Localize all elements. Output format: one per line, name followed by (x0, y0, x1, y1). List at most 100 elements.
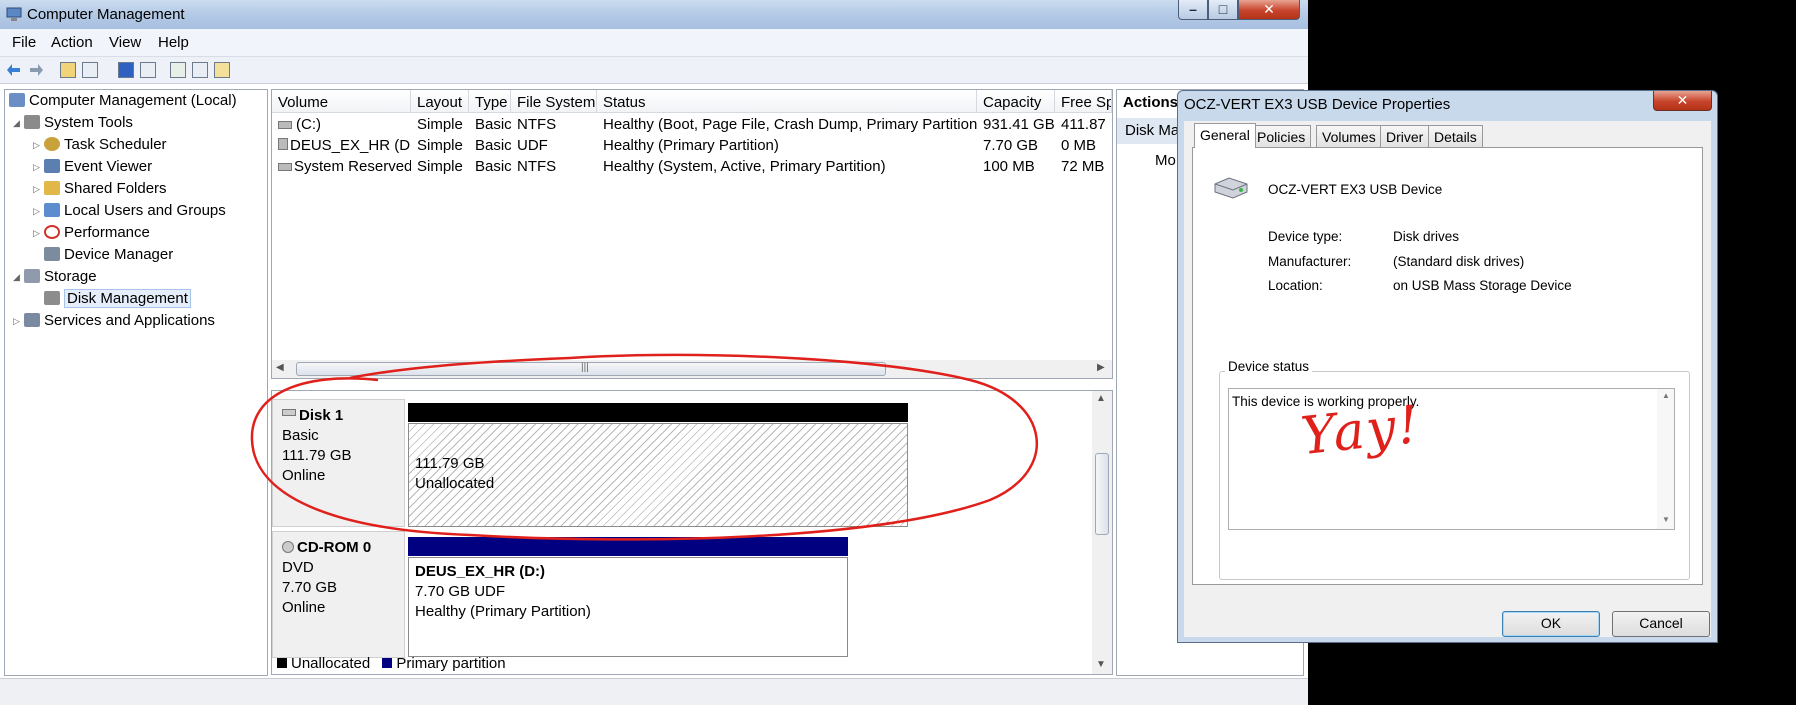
expand-arrow-icon[interactable]: ▷ (33, 184, 44, 195)
horizontal-scrollbar[interactable]: ◀ ||| ▶ (272, 360, 1112, 378)
drive-icon (278, 163, 292, 171)
expand-arrow-icon[interactable]: ▷ (33, 228, 44, 239)
scroll-right-arrow-icon[interactable]: ▶ (1097, 362, 1105, 373)
expand-arrow-icon[interactable]: ▷ (33, 162, 44, 173)
cdrom-0-label[interactable]: CD-ROM 0 DVD 7.70 GB Online (272, 531, 405, 658)
collapse-arrow-icon[interactable]: ◢ (13, 118, 24, 129)
device-status-textbox[interactable]: This device is working properly. ▲ ▼ Yay… (1228, 388, 1675, 530)
collapse-arrow-icon[interactable]: ◢ (13, 272, 24, 283)
legend-primary: Primary partition (396, 655, 506, 672)
minimize-icon: – (1189, 1, 1197, 17)
unallocated-partition[interactable]: 111.79 GB Unallocated (408, 423, 908, 527)
tree-item-event-viewer[interactable]: ▷ Event Viewer (33, 158, 152, 178)
back-arrow-icon[interactable] (6, 62, 22, 78)
tab-volumes[interactable]: Volumes (1316, 125, 1382, 147)
tab-driver[interactable]: Driver (1380, 125, 1430, 147)
column-header-type[interactable]: Type (469, 90, 511, 113)
help-icon[interactable] (118, 62, 134, 78)
clock-icon (44, 137, 60, 151)
tab-general[interactable]: General (1194, 123, 1256, 148)
ok-button[interactable]: OK (1502, 611, 1600, 637)
show-hide-tree-icon[interactable] (82, 62, 98, 78)
tab-policies[interactable]: Policies (1251, 125, 1312, 147)
column-header-capacity[interactable]: Capacity (977, 90, 1055, 113)
minimize-button[interactable]: – (1178, 0, 1208, 20)
menu-view[interactable]: View (109, 34, 141, 51)
expand-arrow-icon[interactable]: ▷ (33, 206, 44, 217)
scroll-left-arrow-icon[interactable]: ◀ (276, 362, 284, 373)
volume-status: Healthy (Primary Partition) (415, 603, 591, 620)
scrollbar-thumb[interactable] (1095, 453, 1109, 535)
partition-size: 111.79 GB (415, 455, 485, 472)
tree-item-disk-management[interactable]: Disk Management (44, 289, 191, 310)
folder-icon (44, 181, 60, 195)
tree-item-local-users-and-groups[interactable]: ▷ Local Users and Groups (33, 202, 226, 222)
menu-file[interactable]: File (12, 34, 36, 51)
status-cell: Healthy (Boot, Page File, Crash Dump, Pr… (603, 116, 977, 133)
tree-item-services-and-applications[interactable]: ▷ Services and Applications (13, 312, 215, 332)
file-system-cell: NTFS (517, 116, 557, 133)
tree-item-computer-management[interactable]: Computer Management (Local) (9, 92, 237, 112)
tools-icon (24, 115, 40, 129)
computer-management-window: Computer Management – □ ✕ File Action Vi… (0, 0, 1308, 705)
menu-bar: File Action View Help (0, 29, 1308, 57)
tree-item-device-manager[interactable]: Device Manager (44, 246, 173, 266)
dvd-drive-icon (278, 138, 288, 150)
dialog-title: OCZ-VERT EX3 USB Device Properties (1184, 96, 1451, 113)
scroll-up-arrow-icon[interactable]: ▲ (1662, 391, 1670, 400)
menu-help[interactable]: Help (158, 34, 189, 51)
scrollbar-thumb[interactable]: ||| (296, 362, 886, 376)
device-type-label: Device type: (1268, 229, 1343, 244)
primary-partition[interactable]: DEUS_EX_HR (D:) 7.70 GB UDF Healthy (Pri… (408, 557, 848, 657)
services-icon (24, 313, 40, 327)
disk-icon (44, 291, 60, 305)
legend-unallocated: Unallocated (291, 655, 371, 672)
refresh-icon[interactable] (170, 62, 186, 78)
close-button[interactable]: ✕ (1238, 0, 1300, 20)
export-list-icon[interactable] (192, 62, 208, 78)
properties-icon[interactable] (140, 62, 156, 78)
status-bar (0, 678, 1308, 705)
device-manager-icon (44, 247, 60, 261)
status-cell: Healthy (Primary Partition) (603, 137, 779, 154)
column-header-volume[interactable]: Volume (272, 90, 411, 113)
tree-item-performance[interactable]: ▷ Performance (33, 224, 150, 244)
tab-details[interactable]: Details (1428, 125, 1483, 147)
menu-action[interactable]: Action (51, 34, 93, 51)
maximize-icon: □ (1218, 1, 1228, 17)
vertical-scrollbar[interactable]: ▲ ▼ (1092, 391, 1112, 674)
type-cell: Basic (475, 137, 511, 154)
disk-size: 7.70 GB (282, 579, 338, 596)
capacity-cell: 931.41 GB (983, 116, 1055, 133)
up-folder-icon[interactable] (60, 62, 76, 78)
tree-item-task-scheduler[interactable]: ▷ Task Scheduler (33, 136, 167, 156)
expand-arrow-icon[interactable]: ▷ (13, 316, 24, 327)
column-header-layout[interactable]: Layout (411, 90, 469, 113)
status-cell: Healthy (System, Active, Primary Partiti… (603, 158, 886, 175)
scroll-down-arrow-icon[interactable]: ▼ (1662, 515, 1670, 524)
column-header-free-space[interactable]: Free Sp (1055, 90, 1112, 113)
computer-management-icon (6, 6, 22, 22)
expand-arrow-icon[interactable]: ▷ (33, 140, 44, 151)
column-header-file-system[interactable]: File System (511, 90, 597, 113)
maximize-button[interactable]: □ (1208, 0, 1238, 20)
disk-1-label[interactable]: Disk 1 Basic 111.79 GB Online (272, 399, 405, 527)
cancel-button[interactable]: Cancel (1612, 611, 1710, 637)
disk-state: Online (282, 599, 326, 616)
tree-item-system-tools[interactable]: ◢ System Tools (13, 114, 133, 134)
scroll-up-arrow-icon[interactable]: ▲ (1096, 393, 1106, 404)
scroll-down-arrow-icon[interactable]: ▼ (1096, 659, 1106, 670)
textbox-scrollbar[interactable]: ▲ ▼ (1657, 389, 1674, 529)
free-space-cell: 411.87 (1061, 116, 1106, 133)
column-header-status[interactable]: Status (597, 90, 977, 113)
disk-type: DVD (282, 559, 314, 576)
general-tab-page: OCZ-VERT EX3 USB Device Device type: Dis… (1192, 147, 1703, 585)
forward-arrow-icon[interactable] (28, 62, 44, 78)
tree-item-storage[interactable]: ◢ Storage (13, 268, 97, 288)
dialog-close-button[interactable]: ✕ (1653, 91, 1712, 111)
layout-cell: Simple (417, 158, 463, 175)
more-actions-link[interactable]: Mo (1155, 152, 1176, 169)
checklist-icon[interactable] (214, 62, 230, 78)
drive-icon (278, 121, 292, 129)
tree-item-shared-folders[interactable]: ▷ Shared Folders (33, 180, 167, 200)
